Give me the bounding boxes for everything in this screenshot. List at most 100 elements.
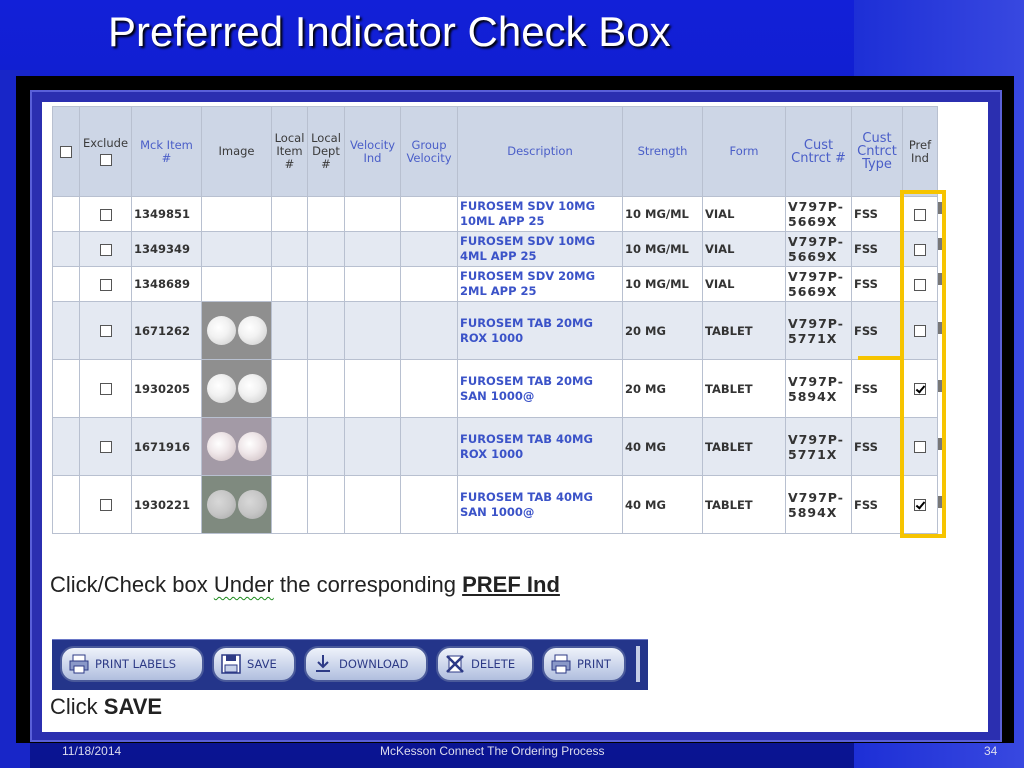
strength-cell: 10 MG/ML	[622, 266, 703, 302]
contract-line2: 5669X	[788, 249, 838, 264]
description-line1[interactable]: FUROSEM TAB 20MG	[460, 374, 620, 389]
row-select-cell	[52, 196, 80, 232]
mck-item-number: 1349349	[131, 231, 202, 267]
image-cell	[201, 196, 272, 232]
description-cell[interactable]: FUROSEM TAB 40MG SAN 1000@	[457, 475, 623, 534]
velocity-ind-cell	[344, 196, 401, 232]
pref-ind-header: Pref Ind	[902, 106, 938, 197]
tablet-icon	[237, 316, 267, 345]
exclude-cell	[79, 266, 132, 302]
description-line1[interactable]: FUROSEM SDV 10MG	[460, 234, 620, 249]
exclude-checkbox[interactable]	[99, 499, 112, 511]
clipped-column-stub	[938, 322, 942, 334]
description-cell[interactable]: FUROSEM SDV 10MG 4ML APP 25	[457, 231, 623, 267]
description-line2[interactable]: ROX 1000	[460, 331, 620, 346]
delete-button[interactable]: DELETE	[436, 646, 534, 682]
local-item-cell	[271, 196, 308, 232]
save-button[interactable]: SAVE	[212, 646, 296, 682]
clipped-column-stub	[938, 273, 942, 285]
row-select-cell	[52, 266, 80, 302]
exclude-checkbox[interactable]	[99, 325, 112, 337]
description-line1[interactable]: FUROSEM TAB 20MG	[460, 316, 620, 331]
mck-item-number: 1671262	[131, 301, 202, 360]
form-cell: TABLET	[702, 301, 786, 360]
select-all-checkbox[interactable]	[60, 145, 72, 158]
description-cell[interactable]: FUROSEM TAB 20MG SAN 1000@	[457, 359, 623, 418]
product-image[interactable]	[201, 359, 272, 418]
product-image[interactable]	[201, 301, 272, 360]
clipped-column-stub	[938, 202, 942, 214]
print-button[interactable]: PRINT	[542, 646, 626, 682]
exclude-all-checkbox[interactable]	[99, 154, 112, 166]
table-row: 1671262 FUROSEM TAB 20MG ROX 1000 20 MG …	[52, 301, 938, 360]
exclude-checkbox[interactable]	[99, 441, 112, 453]
select-all-header	[52, 106, 80, 197]
clipped-column-stub	[938, 438, 942, 450]
description-line2[interactable]: 2ML APP 25	[460, 284, 620, 299]
exclude-checkbox[interactable]	[99, 278, 112, 291]
exclude-cell	[79, 301, 132, 360]
slide-title: Preferred Indicator Check Box	[108, 8, 671, 55]
form-cell: TABLET	[702, 359, 786, 418]
description-line1[interactable]: FUROSEM SDV 10MG	[460, 199, 620, 214]
strength-cell: 10 MG/ML	[622, 231, 703, 267]
contract-line2: 5771X	[788, 330, 838, 346]
clipped-column-stub	[938, 496, 942, 508]
exclude-checkbox[interactable]	[99, 383, 112, 395]
description-cell[interactable]: FUROSEM TAB 40MG ROX 1000	[457, 417, 623, 476]
description-cell[interactable]: FUROSEM SDV 20MG 2ML APP 25	[457, 266, 623, 302]
local-dept-header: Local Dept #	[307, 106, 345, 197]
contract-type-cell: FSS	[851, 417, 903, 476]
contract-line1: V797P-	[788, 234, 844, 249]
print-labels-button[interactable]: PRINT LABELS	[60, 646, 204, 682]
description-line2[interactable]: 4ML APP 25	[460, 249, 620, 264]
description-line2[interactable]: ROX 1000	[460, 447, 620, 462]
contract-line2: 5771X	[788, 446, 838, 462]
contract-line1: V797P-	[788, 315, 844, 331]
product-image[interactable]	[201, 417, 272, 476]
contract-number-cell: V797P- 5771X	[785, 417, 852, 476]
local-dept-cell	[307, 359, 345, 418]
form-header[interactable]: Form	[702, 106, 786, 197]
delete-x-icon	[446, 655, 464, 673]
mck-item-number: 1930205	[131, 359, 202, 418]
cust-contract-type-header[interactable]: Cust Cntrct Type	[851, 106, 903, 197]
description-line2[interactable]: 10ML APP 25	[460, 214, 620, 229]
group-velocity-header[interactable]: Group Velocity	[400, 106, 458, 197]
cust-contract-num-header[interactable]: Cust Cntrct #	[785, 106, 852, 197]
description-cell[interactable]: FUROSEM SDV 10MG 10ML APP 25	[457, 196, 623, 232]
contract-line2: 5669X	[788, 214, 838, 229]
local-dept-cell	[307, 301, 345, 360]
description-line2[interactable]: SAN 1000@	[460, 389, 620, 404]
description-cell[interactable]: FUROSEM TAB 20MG ROX 1000	[457, 301, 623, 360]
contract-number-cell: V797P- 5894X	[785, 475, 852, 534]
velocity-ind-cell	[344, 475, 401, 534]
description-line1[interactable]: FUROSEM TAB 40MG	[460, 490, 620, 505]
description-line1[interactable]: FUROSEM TAB 40MG	[460, 432, 620, 447]
exclude-header: Exclude	[79, 106, 132, 197]
exclude-cell	[79, 475, 132, 534]
download-button[interactable]: DOWNLOAD	[304, 646, 428, 682]
group-velocity-cell	[400, 475, 458, 534]
floppy-disk-icon	[221, 654, 241, 674]
footer-page-number: 34	[984, 744, 998, 758]
contract-line1: V797P-	[788, 199, 844, 214]
strength-header[interactable]: Strength	[622, 106, 703, 197]
strength-cell: 40 MG	[622, 475, 703, 534]
exclude-checkbox[interactable]	[99, 208, 112, 221]
table-header-row: Exclude Mck Item # Image Local Item # Lo…	[52, 106, 938, 197]
instruction-check-box: Click/Check box Under the corresponding …	[50, 572, 560, 598]
description-line1[interactable]: FUROSEM SDV 20MG	[460, 269, 620, 284]
row-select-cell	[52, 359, 80, 418]
mck-item-header[interactable]: Mck Item #	[131, 106, 202, 197]
velocity-ind-header[interactable]: Velocity Ind	[344, 106, 401, 197]
description-line2[interactable]: SAN 1000@	[460, 505, 620, 520]
table-row: 1348689 FUROSEM SDV 20MG 2ML APP 25 10 M…	[52, 266, 938, 302]
clipped-column-stub	[938, 380, 942, 392]
footer-title: McKesson Connect The Ordering Process	[380, 744, 605, 758]
description-header[interactable]: Description	[457, 106, 623, 197]
exclude-checkbox[interactable]	[99, 243, 112, 256]
table-row: 1349851 FUROSEM SDV 10MG 10ML APP 25 10 …	[52, 196, 938, 232]
form-cell: TABLET	[702, 417, 786, 476]
product-image[interactable]	[201, 475, 272, 534]
